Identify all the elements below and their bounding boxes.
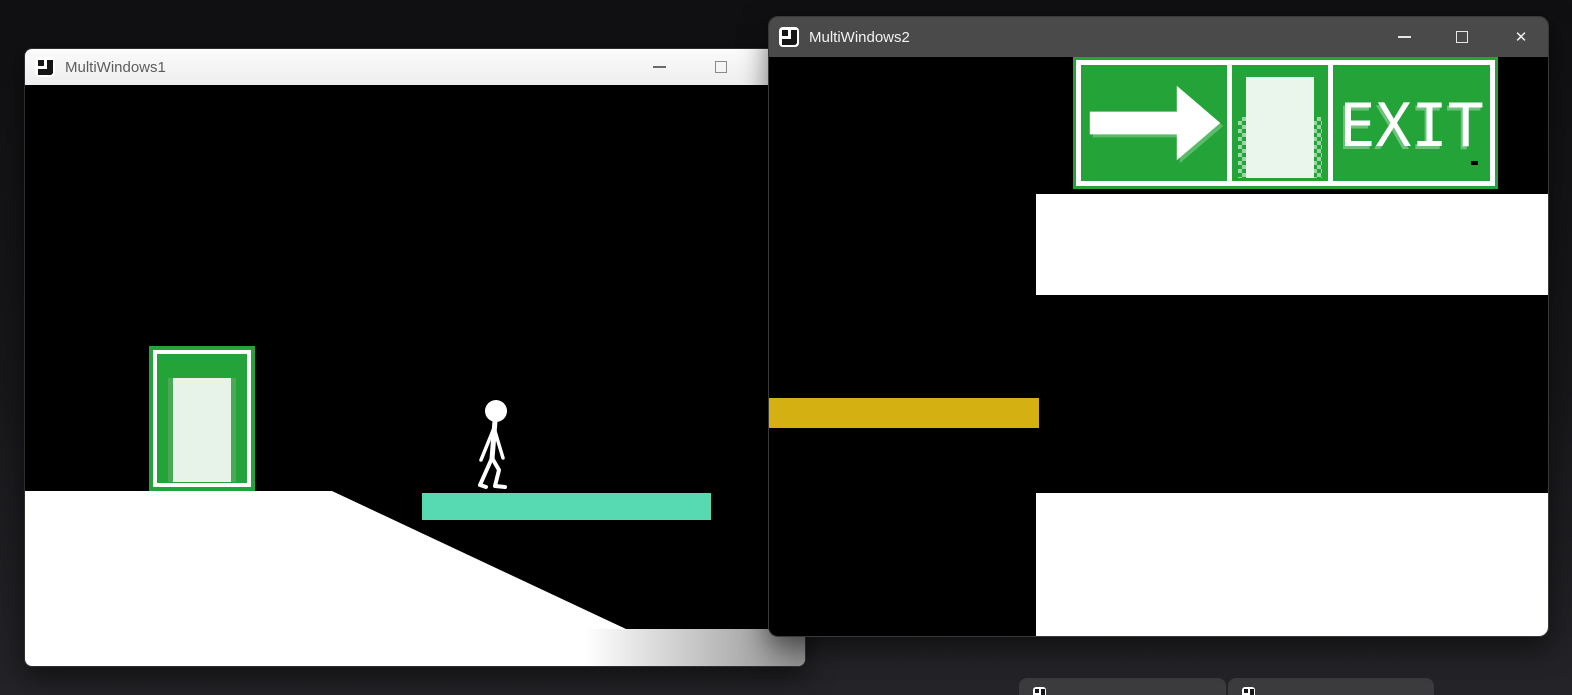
sign-mark xyxy=(1471,161,1478,165)
mini-window-1-titlebar[interactable] xyxy=(1019,678,1226,695)
window1-game-scene xyxy=(25,85,805,666)
right-arrow-icon xyxy=(1089,85,1221,161)
monogame-logo-icon xyxy=(779,27,799,47)
exit-sign: EXIT xyxy=(1073,57,1498,189)
window1-title: MultiWindows1 xyxy=(65,58,166,76)
monogame-logo-icon xyxy=(1033,687,1046,695)
window2-titlebar[interactable]: MultiWindows2 ✕ xyxy=(769,17,1548,57)
window2-game-scene: EXIT xyxy=(769,57,1548,636)
door-opening xyxy=(1246,77,1314,178)
minimize-button[interactable] xyxy=(637,49,681,85)
exit-sign-arrow-panel xyxy=(1081,65,1227,181)
monogame-logo-icon xyxy=(35,57,55,77)
door-dither-right xyxy=(1313,117,1322,178)
exit-label: EXIT xyxy=(1339,91,1484,161)
desktop: MultiWindows1 MultiWindows2 ✕ EXIT xyxy=(0,0,1572,695)
gold-platform xyxy=(769,398,1039,428)
door-opening xyxy=(168,378,236,482)
maximize-icon xyxy=(715,61,727,73)
maximize-button[interactable] xyxy=(699,49,743,85)
stick-figure-character xyxy=(478,400,507,489)
mini-window-2-titlebar[interactable] xyxy=(1228,678,1434,695)
window2-title: MultiWindows2 xyxy=(809,28,910,46)
window-multiwindows1: MultiWindows1 xyxy=(24,48,806,667)
monogame-logo-icon xyxy=(1242,687,1255,695)
white-floor-terrain xyxy=(25,491,805,666)
maximize-button[interactable] xyxy=(1440,17,1484,57)
close-icon: ✕ xyxy=(1514,28,1528,46)
window-multiwindows2: MultiWindows2 ✕ EXIT xyxy=(768,16,1549,637)
exit-door xyxy=(149,346,255,491)
maximize-icon xyxy=(1456,31,1468,43)
door-dither-left xyxy=(1238,117,1247,178)
window1-titlebar[interactable]: MultiWindows1 xyxy=(25,49,805,85)
minimize-button[interactable] xyxy=(1382,17,1426,57)
exit-sign-door-panel xyxy=(1232,65,1328,181)
white-ledge-lower xyxy=(1036,493,1548,636)
exit-sign-text-panel: EXIT xyxy=(1333,65,1490,181)
teal-platform xyxy=(422,493,711,520)
minimize-icon xyxy=(1397,36,1411,38)
white-ledge-upper xyxy=(1036,194,1548,295)
minimize-icon xyxy=(652,66,666,68)
close-button[interactable]: ✕ xyxy=(1499,17,1543,57)
